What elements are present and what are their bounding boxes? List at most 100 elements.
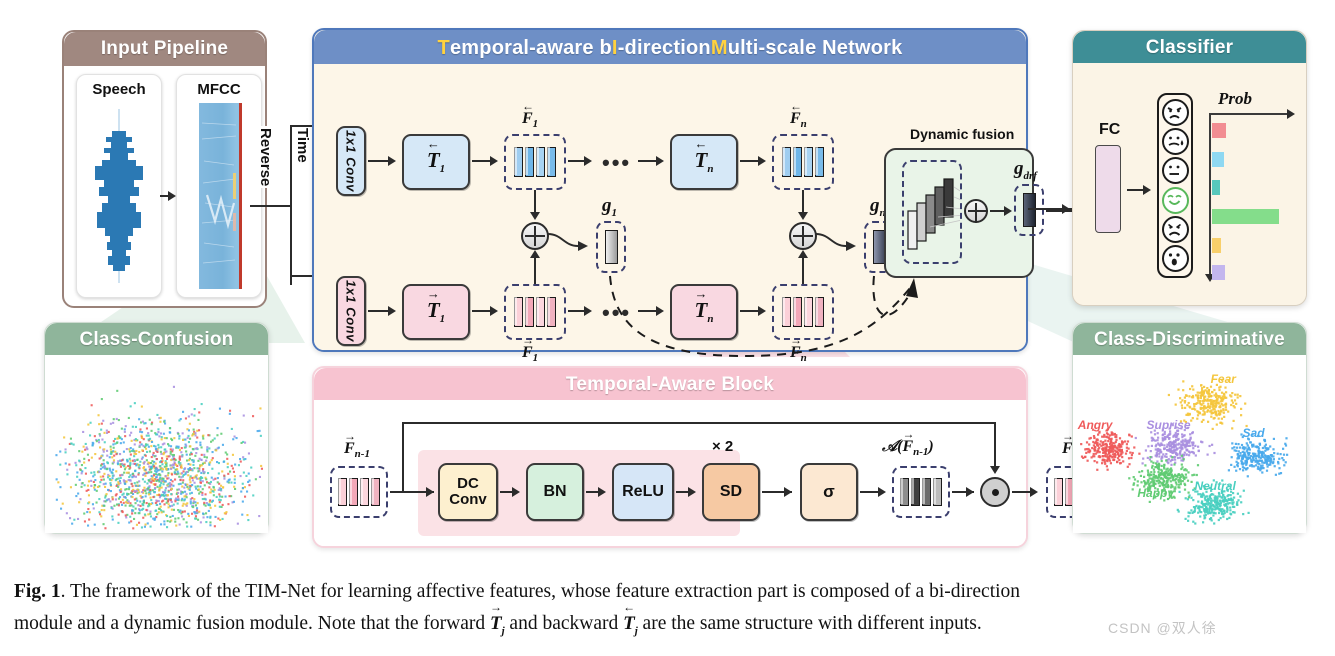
- backward-block-1-label: ← T1: [426, 136, 446, 176]
- forward-feature-n: [772, 284, 834, 340]
- class-confusion-panel: Class-Confusion: [44, 322, 269, 534]
- timnet-title: Temporal-aware b I -direction Multi-scale …: [314, 30, 1026, 66]
- backward-1x1-conv[interactable]: 1x1 Conv: [336, 126, 366, 196]
- ta-attention-label: 𝒜( → Fn-1): [882, 427, 934, 459]
- forward-feature-n-bars: [781, 296, 824, 327]
- sad-face-icon: [1161, 215, 1189, 243]
- sum1-in-bottom-arrow: [530, 250, 540, 258]
- backward-feature-n-label: ← Fn: [790, 99, 807, 131]
- fwd-b1-out-arrow: [490, 306, 498, 316]
- prob-bar-0: [1212, 123, 1227, 138]
- class-discriminative-body: Fear Angry Suprise Sad Happy Neutral: [1073, 355, 1306, 533]
- temporal-aware-block-body: → Fn-1 DC Conv BN ReLU SD × 2 σ 𝒜(→ Fn-…: [314, 400, 1104, 546]
- ta-multiply-icon: [980, 477, 1010, 507]
- bwd-dots-out-arrow: [656, 156, 664, 166]
- fc-to-faces-arrow: [1143, 185, 1151, 195]
- class-discriminative-title: Class-Discriminative: [1073, 323, 1306, 357]
- waveform-icon: [95, 109, 143, 283]
- ta-stage-sd-label: SD: [719, 483, 743, 500]
- timnet-title-p2: -direction: [617, 36, 711, 59]
- forward-feature-1: [504, 284, 566, 340]
- class-confusion-title: Class-Confusion: [45, 323, 268, 357]
- ta-skip-arrow: [990, 466, 1000, 474]
- backward-feature-n: [772, 134, 834, 190]
- forward-1x1-conv[interactable]: 1x1 Conv: [336, 276, 366, 346]
- timnet-title-t: T: [437, 36, 450, 59]
- ta-stage-bn-label: BN: [543, 483, 567, 500]
- fwd-conv-out-arrow: [388, 306, 396, 316]
- ta-stage-bn[interactable]: BN: [526, 463, 584, 521]
- ta-stage-relu[interactable]: ReLU: [612, 463, 674, 521]
- gate-drf-box: [1014, 184, 1044, 236]
- reverse-label: Reverse: [256, 126, 275, 189]
- sumn-to-gate-curve: [815, 233, 856, 251]
- gate-1-label: g1: [602, 195, 617, 219]
- cluster-label-sad: Sad: [1242, 426, 1265, 441]
- ta-relu-out-arrow: [688, 487, 696, 497]
- fwd-dots-out-arrow: [656, 306, 664, 316]
- forward-block-1-label: → T1: [426, 286, 446, 326]
- ta-stage-sd[interactable]: SD: [702, 463, 760, 521]
- angry-face-icon: [1161, 99, 1189, 127]
- prob-bar-5: [1212, 265, 1225, 280]
- backward-block-1[interactable]: ← T1: [402, 134, 470, 190]
- speech-card: Speech: [76, 74, 162, 298]
- worried-face-icon: [1161, 128, 1189, 156]
- ta-skip-up-line: [402, 422, 404, 492]
- class-confusion-body: [45, 355, 268, 533]
- emotion-face-list: [1157, 93, 1193, 278]
- forward-block-n-label: → Tn: [694, 286, 714, 326]
- classifier-panel: Classifier FC Prob: [1072, 30, 1307, 306]
- gate-drf-label: gdrf: [1014, 158, 1037, 182]
- fwd-bn-out-arrow: [758, 306, 766, 316]
- time-label: Time: [294, 128, 311, 163]
- prob-bar-2: [1212, 180, 1220, 195]
- temporal-aware-block-title: Temporal-Aware Block: [314, 368, 1026, 402]
- fusion-stack-box: [902, 160, 962, 264]
- fc-block[interactable]: [1095, 145, 1121, 233]
- caption-line-2b: and backward: [509, 612, 624, 634]
- forward-conv-label: 1x1 Conv: [343, 280, 359, 342]
- prob-bar-4: [1212, 238, 1222, 253]
- ta-sigma-out-arrow: [878, 487, 886, 497]
- cluster-label-neutral: Neutral: [1194, 478, 1236, 493]
- classifier-body: FC Prob: [1073, 63, 1306, 305]
- arrow-speech-to-mfcc-head: [168, 191, 176, 201]
- ta-stage-sigma-label: σ: [823, 482, 835, 501]
- ta-stage-sigma[interactable]: σ: [800, 463, 858, 521]
- ta-attn-out-arrow: [966, 487, 974, 497]
- bwd-f1-out-arrow: [584, 156, 592, 166]
- fusion-to-gdrf-arrow: [1004, 206, 1012, 216]
- ta-skip-down-line: [994, 422, 996, 470]
- prob-label: Prob: [1218, 89, 1252, 108]
- caption-figure-number: Fig. 1: [14, 581, 61, 602]
- backward-block-n[interactable]: ← Tn: [670, 134, 738, 190]
- forward-block-n[interactable]: → Tn: [670, 284, 738, 340]
- gate-1-bar: [604, 230, 618, 264]
- timnet-body: 1x1 Conv ← T1 ← F1 ••• ← Tn ← Fn 1x1 Con…: [314, 64, 1086, 364]
- ta-stage-dcconv[interactable]: DC Conv: [438, 463, 498, 521]
- timnet-panel: Temporal-aware b I -direction Multi-scale …: [312, 28, 1086, 364]
- speech-label: Speech: [92, 81, 146, 98]
- forward-block-1[interactable]: → T1: [402, 284, 470, 340]
- bwd-b1-out-arrow: [490, 156, 498, 166]
- figure-root: Input Pipeline Speech MFCC Reverse Time …: [0, 0, 1335, 656]
- backward-feature-n-bars: [781, 146, 824, 177]
- input-pipeline-title: Input Pipeline: [64, 32, 265, 66]
- sum1-oplus-icon: [521, 222, 549, 250]
- ta-input-feature: [330, 466, 388, 518]
- ta-skip-top-line: [402, 422, 996, 424]
- sumn-in-top-arrow: [798, 212, 808, 220]
- mfcc-tap-line: [250, 205, 292, 207]
- classifier-title: Classifier: [1073, 31, 1306, 65]
- mfcc-spectrogram: [199, 103, 242, 289]
- fwd-f1-out-arrow: [584, 306, 592, 316]
- sumn-oplus-icon: [789, 222, 817, 250]
- watermark: CSDN @双人徐: [1108, 620, 1217, 636]
- cluster-label-group: Fear Angry Suprise Sad Happy Neutral: [1073, 355, 1306, 533]
- forward-feature-n-label: → Fn: [790, 333, 807, 365]
- sum1-in-top-arrow: [530, 212, 540, 220]
- ta-bn-out-arrow: [598, 487, 606, 497]
- forward-feature-1-label: → F1: [522, 333, 539, 365]
- ta-attention-feature: [892, 466, 950, 518]
